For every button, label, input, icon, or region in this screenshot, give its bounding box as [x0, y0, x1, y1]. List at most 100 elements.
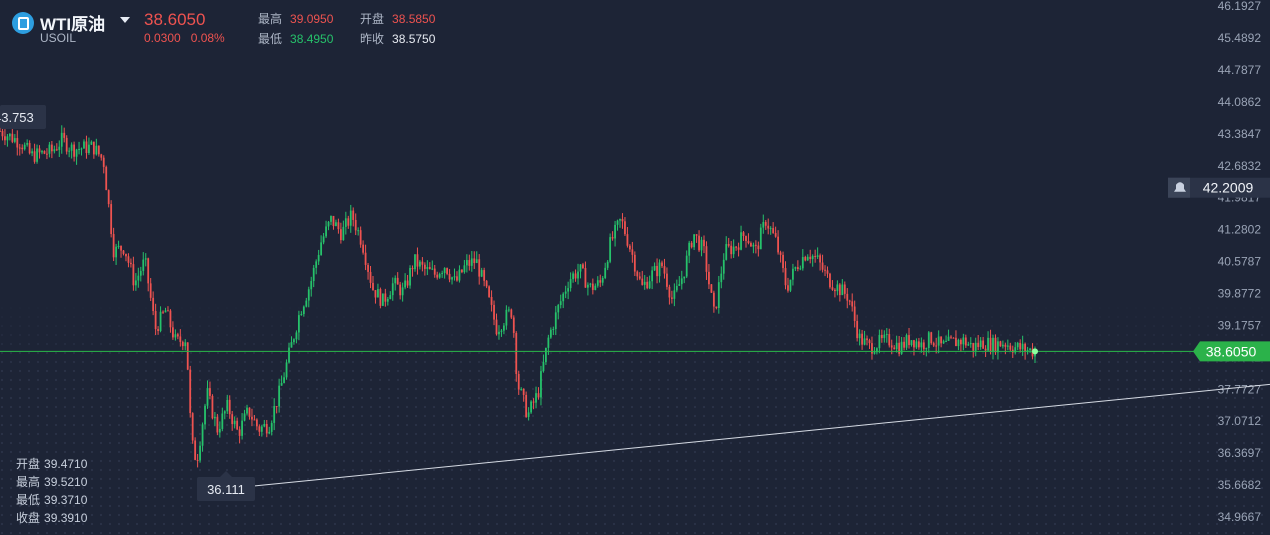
candle-body — [994, 337, 997, 353]
candlestick-chart[interactable]: 46.1927 45.4892 44.7877 44.0862 43.3847 42.68… — [0, 0, 1270, 535]
candle-body — [122, 250, 125, 254]
candle-body — [43, 151, 46, 154]
candle-body — [16, 138, 19, 148]
candle-body — [273, 406, 276, 423]
y-tick-label: 37.0712 — [1218, 414, 1262, 428]
candle-body — [1016, 342, 1019, 348]
price-alert-tag[interactable]: 42.2009 — [1168, 177, 1270, 198]
candle-body — [75, 149, 78, 157]
candle-body — [777, 236, 780, 253]
candle-body — [806, 256, 809, 261]
candle-body — [762, 222, 765, 228]
candle-body — [673, 290, 676, 299]
candle-body — [987, 337, 989, 351]
y-tick-label: 35.6682 — [1218, 478, 1262, 492]
candle-body — [942, 341, 945, 344]
candle-body — [310, 281, 313, 290]
candle-body — [772, 228, 775, 234]
candle-body — [705, 246, 708, 272]
ohlc-value: 39.5210 — [44, 475, 88, 489]
candle-body — [801, 257, 804, 269]
candle-body — [186, 342, 189, 370]
candle-body — [4, 136, 6, 141]
candle-body — [582, 264, 584, 269]
candle-body — [147, 258, 150, 284]
candle-body — [428, 267, 431, 270]
y-tick-label: 39.8772 — [1218, 286, 1262, 300]
candle-body — [722, 259, 725, 274]
candle-body — [767, 225, 770, 229]
candle-body — [932, 343, 935, 346]
candle-body — [503, 325, 505, 331]
symbol-logo-icon — [12, 12, 34, 34]
candle-body — [554, 312, 557, 330]
candle-body — [36, 148, 38, 162]
candle-body — [233, 420, 236, 425]
candle-body — [703, 239, 705, 247]
candle-body — [725, 244, 728, 260]
candle-body — [614, 224, 616, 239]
candle-body — [616, 220, 619, 225]
candle-body — [102, 157, 105, 167]
candle-body — [999, 341, 1002, 347]
candle-body — [157, 329, 159, 331]
candle-body — [972, 342, 975, 351]
candle-body — [90, 141, 93, 145]
candle-body — [221, 413, 224, 429]
candle-body — [678, 284, 681, 286]
candle-body — [209, 388, 211, 396]
candle-body — [927, 332, 930, 349]
candle-body — [379, 289, 382, 306]
candle-body — [18, 147, 21, 149]
candle-body — [438, 273, 441, 278]
candle-body — [167, 310, 169, 312]
candle-body — [769, 228, 772, 230]
candle-body — [248, 407, 251, 417]
candle-body — [354, 219, 357, 231]
candle-body — [527, 412, 530, 417]
candle-body — [191, 413, 194, 441]
candle-body — [604, 267, 607, 278]
candle-body — [589, 283, 592, 285]
candle-body — [564, 291, 567, 294]
candle-body — [60, 132, 63, 147]
candle-body — [510, 309, 513, 318]
ohlc-value: 39.3910 — [44, 511, 88, 525]
candle-body — [572, 273, 574, 280]
candle-body — [757, 245, 760, 250]
candle-body — [258, 426, 261, 432]
candle-body — [888, 334, 891, 346]
y-tick-label: 34.9667 — [1218, 510, 1262, 524]
candle-body — [493, 304, 495, 320]
candle-body — [325, 226, 327, 237]
candle-body — [717, 282, 720, 308]
candle-body — [789, 279, 792, 291]
candle-body — [584, 268, 587, 288]
candle-body — [853, 306, 856, 321]
candle-body — [535, 393, 537, 403]
candle-body — [431, 268, 434, 270]
candle-body — [172, 327, 174, 338]
candle-body — [675, 285, 678, 291]
candle-body — [312, 267, 315, 282]
candle-body — [411, 268, 414, 270]
candle-body — [201, 424, 204, 446]
candle-body — [475, 259, 478, 264]
chevron-down-icon[interactable] — [120, 17, 130, 23]
candle-body — [315, 261, 318, 268]
candle-body — [488, 286, 490, 297]
y-tick-label: 42.6832 — [1218, 159, 1262, 173]
candle-body — [816, 255, 819, 257]
candle-body — [967, 344, 970, 346]
candle-body — [829, 273, 831, 288]
candle-body — [824, 269, 826, 271]
candle-body — [263, 423, 266, 427]
chart-canvas[interactable]: 46.1927 45.4892 44.7877 44.0862 43.3847 42.68… — [0, 0, 1270, 535]
candle-body — [347, 218, 350, 226]
candle-body — [863, 338, 866, 345]
candle-body — [532, 401, 535, 403]
candle-body — [164, 310, 167, 313]
candle-body — [720, 273, 723, 283]
candle-body — [547, 337, 550, 348]
candle-body — [880, 334, 883, 339]
